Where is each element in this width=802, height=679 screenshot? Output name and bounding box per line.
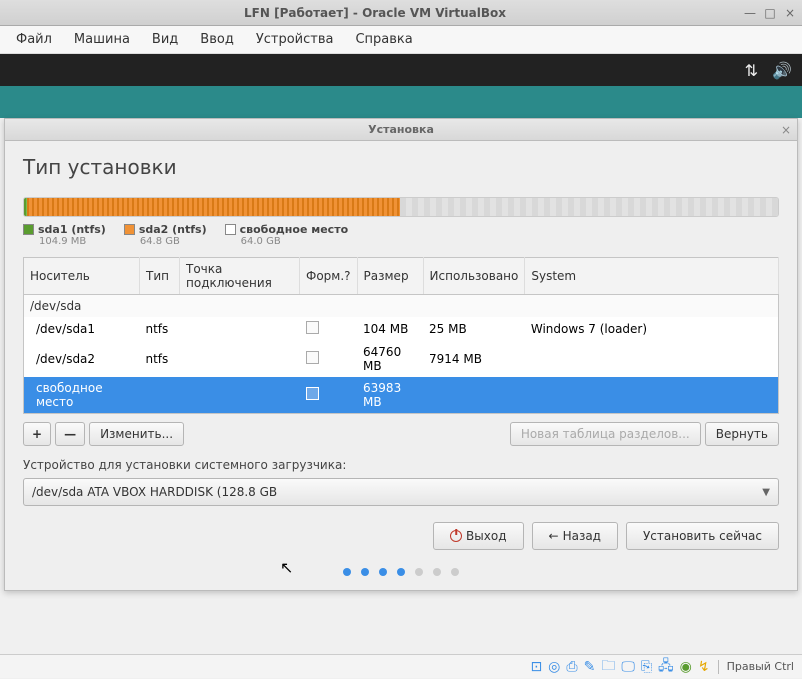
new-partition-table-button[interactable]: Новая таблица разделов...	[510, 422, 701, 446]
format-checkbox[interactable]	[306, 387, 319, 400]
page-heading: Тип установки	[23, 155, 779, 179]
bootloader-select[interactable]: /dev/sda ATA VBOX HARDDISK (128.8 GB ▼	[23, 478, 779, 506]
sb-recording-icon[interactable]: ◉	[680, 659, 692, 675]
sb-network-icon[interactable]: 🖧	[658, 655, 674, 679]
volume-icon[interactable]: 🔊	[772, 61, 792, 80]
pager-dot[interactable]	[433, 568, 441, 576]
sb-harddisk-icon[interactable]: ⊡	[530, 659, 542, 675]
installer-close-icon[interactable]: ×	[781, 123, 791, 137]
guest-topbar: ⇅ 🔊	[0, 54, 802, 86]
install-now-button[interactable]: Установить сейчас	[626, 522, 779, 550]
sb-optical-icon[interactable]: ◎	[548, 659, 560, 675]
menu-file[interactable]: Файл	[6, 28, 62, 51]
nav-buttons: Выход ← Назад Установить сейчас	[23, 522, 779, 550]
menu-help[interactable]: Справка	[345, 28, 422, 51]
arrow-left-icon: ←	[549, 529, 559, 543]
table-row[interactable]: /dev/sda2 ntfs 64760 MB 7914 MB	[24, 341, 779, 377]
bootloader-value: /dev/sda ATA VBOX HARDDISK (128.8 GB	[32, 485, 762, 499]
change-partition-button[interactable]: Изменить...	[89, 422, 184, 446]
installer-dialog: Установка × Тип установки sda1 (ntfs) 10…	[4, 118, 798, 591]
pager-dot[interactable]	[415, 568, 423, 576]
pager-dot[interactable]	[379, 568, 387, 576]
sb-shared-icon[interactable]: ✎	[584, 659, 596, 675]
pager-dots	[23, 568, 779, 576]
outer-window-title: LFN [Работает] - Oracle VM VirtualBox	[6, 6, 744, 20]
menu-view[interactable]: Вид	[142, 28, 188, 51]
outer-window-titlebar: LFN [Работает] - Oracle VM VirtualBox — …	[0, 0, 802, 26]
partition-table[interactable]: Носитель Тип Точка подключения Форм.? Ра…	[23, 257, 779, 414]
remove-partition-button[interactable]: —	[55, 422, 85, 446]
pager-dot[interactable]	[361, 568, 369, 576]
sb-mouse-icon[interactable]: ↯	[698, 659, 710, 675]
installer-title: Установка	[11, 123, 791, 136]
partition-buttons-row: + — Изменить... Новая таблица разделов..…	[23, 422, 779, 446]
power-icon	[450, 530, 462, 542]
swatch-orange-icon	[124, 224, 135, 235]
host-key-label: Правый Ctrl	[727, 660, 794, 673]
format-checkbox[interactable]	[306, 351, 319, 364]
chevron-down-icon: ▼	[762, 487, 770, 498]
disk-seg-free	[400, 198, 778, 216]
legend-sda1: sda1 (ntfs) 104.9 MB	[23, 223, 106, 247]
quit-button[interactable]: Выход	[433, 522, 523, 550]
col-size[interactable]: Размер	[357, 258, 423, 295]
legend-sda2: sda2 (ntfs) 64.8 GB	[124, 223, 207, 247]
pager-dot[interactable]	[343, 568, 351, 576]
swatch-green-icon	[23, 224, 34, 235]
divider	[718, 660, 719, 674]
guest-teal-strip	[0, 86, 802, 118]
sb-folder-icon[interactable]: 🗀	[601, 655, 615, 679]
format-checkbox[interactable]	[306, 321, 319, 334]
vbox-statusbar: ⊡ ◎ ⎙ ✎ 🗀 🖵 ⎘ 🖧 ◉ ↯ Правый Ctrl	[0, 654, 802, 678]
col-device[interactable]: Носитель	[24, 258, 140, 295]
menu-machine[interactable]: Машина	[64, 28, 140, 51]
add-partition-button[interactable]: +	[23, 422, 51, 446]
pager-dot[interactable]	[451, 568, 459, 576]
sb-usb-icon[interactable]: ⎙	[566, 659, 577, 675]
menu-devices[interactable]: Устройства	[246, 28, 344, 51]
disk-usage-bar: sda1 (ntfs) 104.9 MB sda2 (ntfs) 64.8 GB…	[23, 197, 779, 247]
col-format[interactable]: Форм.?	[300, 258, 358, 295]
table-row-parent[interactable]: /dev/sda	[24, 295, 779, 318]
sb-clipboard-icon[interactable]: ⎘	[641, 659, 652, 675]
swatch-white-icon	[225, 224, 236, 235]
close-button[interactable]: ×	[784, 7, 796, 19]
col-type[interactable]: Тип	[140, 258, 180, 295]
back-button[interactable]: ← Назад	[532, 522, 618, 550]
revert-button[interactable]: Вернуть	[705, 422, 779, 446]
sb-display-icon[interactable]: 🖵	[621, 659, 635, 675]
pager-dot[interactable]	[397, 568, 405, 576]
minimize-button[interactable]: —	[744, 7, 756, 19]
table-row-selected[interactable]: свободное место 63983 MB	[24, 377, 779, 414]
network-icon[interactable]: ⇅	[745, 61, 758, 80]
col-system[interactable]: System	[525, 258, 779, 295]
disk-seg-sda2	[27, 198, 400, 216]
col-used[interactable]: Использовано	[423, 258, 525, 295]
col-mount[interactable]: Точка подключения	[180, 258, 300, 295]
table-row[interactable]: /dev/sda1 ntfs 104 MB 25 MB Windows 7 (l…	[24, 317, 779, 341]
maximize-button[interactable]: □	[764, 7, 776, 19]
menubar: Файл Машина Вид Ввод Устройства Справка	[0, 26, 802, 54]
installer-titlebar: Установка ×	[5, 119, 797, 141]
menu-input[interactable]: Ввод	[190, 28, 244, 51]
legend-free: свободное место 64.0 GB	[225, 223, 349, 247]
bootloader-label: Устройство для установки системного загр…	[23, 458, 779, 472]
